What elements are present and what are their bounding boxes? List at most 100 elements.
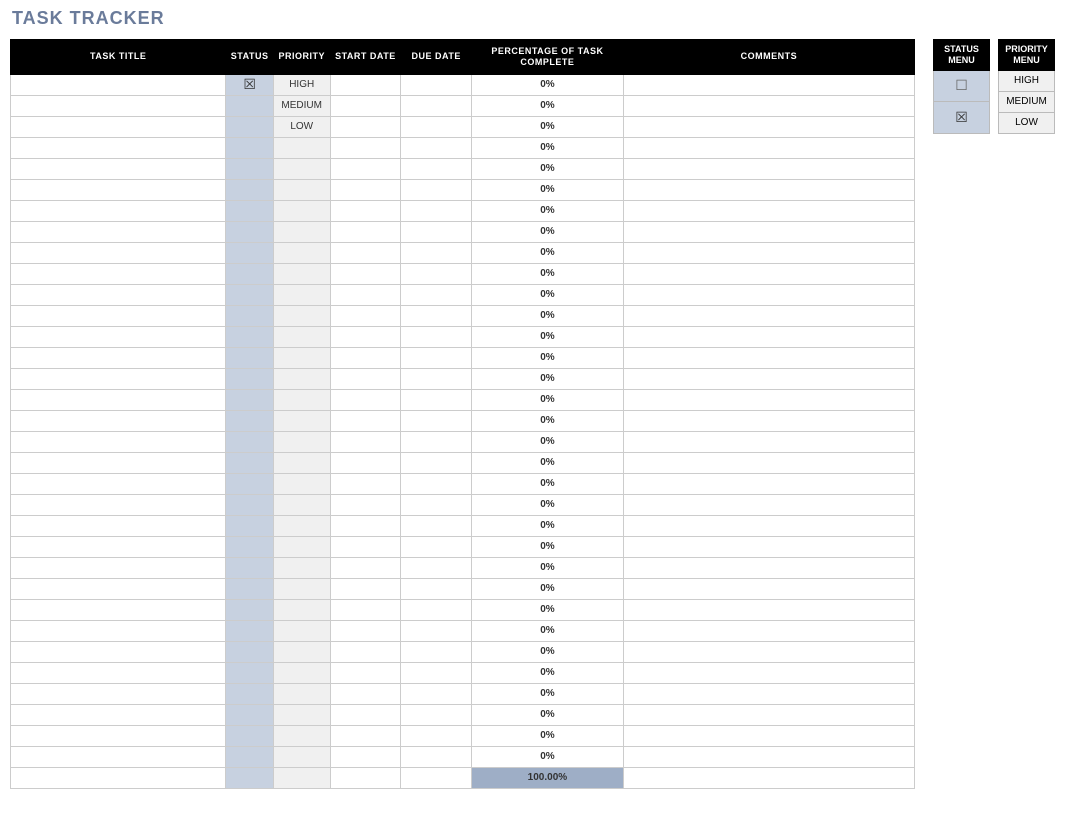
- cell-task-title[interactable]: [11, 578, 226, 599]
- cell-due-date[interactable]: [401, 641, 472, 662]
- cell-comments[interactable]: [623, 116, 914, 137]
- cell-comments[interactable]: [623, 452, 914, 473]
- cell-task-title[interactable]: [11, 116, 226, 137]
- cell-pct-complete[interactable]: 0%: [472, 641, 624, 662]
- cell-priority[interactable]: [273, 158, 330, 179]
- cell-pct-complete[interactable]: 0%: [472, 536, 624, 557]
- cell-pct-complete[interactable]: 0%: [472, 137, 624, 158]
- cell-due-date[interactable]: [401, 368, 472, 389]
- cell-status[interactable]: [226, 347, 274, 368]
- cell-task-title[interactable]: [11, 641, 226, 662]
- cell-pct-complete[interactable]: 0%: [472, 473, 624, 494]
- cell-priority[interactable]: [273, 368, 330, 389]
- cell-task-title[interactable]: [11, 305, 226, 326]
- cell-task-title[interactable]: [11, 725, 226, 746]
- cell-comments[interactable]: [623, 620, 914, 641]
- cell-status[interactable]: [226, 389, 274, 410]
- cell-priority[interactable]: [273, 494, 330, 515]
- cell-start-date[interactable]: [330, 74, 401, 95]
- cell-status[interactable]: [226, 431, 274, 452]
- cell-pct-complete[interactable]: 0%: [472, 431, 624, 452]
- cell-status[interactable]: [226, 557, 274, 578]
- cell-pct-complete[interactable]: 0%: [472, 683, 624, 704]
- cell-priority[interactable]: [273, 305, 330, 326]
- cell-priority[interactable]: [273, 725, 330, 746]
- cell-priority[interactable]: [273, 242, 330, 263]
- cell-comments[interactable]: [623, 431, 914, 452]
- cell-status[interactable]: [226, 158, 274, 179]
- cell-task-title[interactable]: [11, 452, 226, 473]
- cell-due-date[interactable]: [401, 599, 472, 620]
- cell-start-date[interactable]: [330, 326, 401, 347]
- cell-start-date[interactable]: [330, 242, 401, 263]
- cell-due-date[interactable]: [401, 578, 472, 599]
- cell-task-title[interactable]: [11, 410, 226, 431]
- cell-pct-complete[interactable]: 0%: [472, 746, 624, 767]
- cell-comments[interactable]: [623, 305, 914, 326]
- cell-task-title[interactable]: [11, 263, 226, 284]
- cell-start-date[interactable]: [330, 263, 401, 284]
- cell-due-date[interactable]: [401, 746, 472, 767]
- cell-comments[interactable]: [623, 74, 914, 95]
- cell-status[interactable]: [226, 242, 274, 263]
- cell-status[interactable]: [226, 620, 274, 641]
- cell-priority[interactable]: [273, 200, 330, 221]
- cell-priority[interactable]: [273, 536, 330, 557]
- cell-due-date[interactable]: [401, 557, 472, 578]
- cell-task-title[interactable]: [11, 746, 226, 767]
- cell-task-title[interactable]: [11, 347, 226, 368]
- cell-start-date[interactable]: [330, 347, 401, 368]
- cell-pct-complete[interactable]: 0%: [472, 116, 624, 137]
- cell-status[interactable]: [226, 746, 274, 767]
- cell-status[interactable]: [226, 641, 274, 662]
- cell-task-title[interactable]: [11, 179, 226, 200]
- cell-start-date[interactable]: [330, 284, 401, 305]
- cell-task-title[interactable]: [11, 515, 226, 536]
- cell-status[interactable]: [226, 536, 274, 557]
- cell-priority[interactable]: [273, 347, 330, 368]
- cell-priority[interactable]: [273, 683, 330, 704]
- cell-comments[interactable]: [623, 347, 914, 368]
- cell-task-title[interactable]: [11, 137, 226, 158]
- cell-due-date[interactable]: [401, 431, 472, 452]
- cell-priority[interactable]: [273, 704, 330, 725]
- cell-priority[interactable]: MEDIUM: [273, 95, 330, 116]
- cell-due-date[interactable]: [401, 284, 472, 305]
- cell-task-title[interactable]: [11, 599, 226, 620]
- cell-task-title[interactable]: [11, 221, 226, 242]
- cell-pct-complete[interactable]: 0%: [472, 263, 624, 284]
- cell-status[interactable]: [226, 368, 274, 389]
- cell-priority[interactable]: LOW: [273, 116, 330, 137]
- cell-status[interactable]: [226, 662, 274, 683]
- cell-pct-complete[interactable]: 0%: [472, 452, 624, 473]
- cell-status[interactable]: [226, 683, 274, 704]
- cell-priority[interactable]: [273, 452, 330, 473]
- cell-priority[interactable]: HIGH: [273, 74, 330, 95]
- cell-pct-complete[interactable]: 0%: [472, 515, 624, 536]
- cell-due-date[interactable]: [401, 347, 472, 368]
- cell-status[interactable]: [226, 284, 274, 305]
- cell-pct-complete[interactable]: 0%: [472, 578, 624, 599]
- cell-start-date[interactable]: [330, 452, 401, 473]
- cell-comments[interactable]: [623, 137, 914, 158]
- cell-pct-complete[interactable]: 0%: [472, 410, 624, 431]
- cell-start-date[interactable]: [330, 515, 401, 536]
- cell-due-date[interactable]: [401, 536, 472, 557]
- cell-comments[interactable]: [623, 683, 914, 704]
- cell-comments[interactable]: [623, 641, 914, 662]
- cell-pct-complete[interactable]: 0%: [472, 242, 624, 263]
- cell-pct-complete[interactable]: 0%: [472, 389, 624, 410]
- cell-start-date[interactable]: [330, 683, 401, 704]
- cell-due-date[interactable]: [401, 515, 472, 536]
- cell-due-date[interactable]: [401, 494, 472, 515]
- cell-task-title[interactable]: [11, 431, 226, 452]
- cell-due-date[interactable]: [401, 200, 472, 221]
- cell-start-date[interactable]: [330, 200, 401, 221]
- cell-pct-complete[interactable]: 0%: [472, 158, 624, 179]
- cell-due-date[interactable]: [401, 410, 472, 431]
- cell-pct-complete[interactable]: 0%: [472, 95, 624, 116]
- cell-start-date[interactable]: [330, 536, 401, 557]
- cell-due-date[interactable]: [401, 683, 472, 704]
- cell-priority[interactable]: [273, 578, 330, 599]
- cell-due-date[interactable]: [401, 179, 472, 200]
